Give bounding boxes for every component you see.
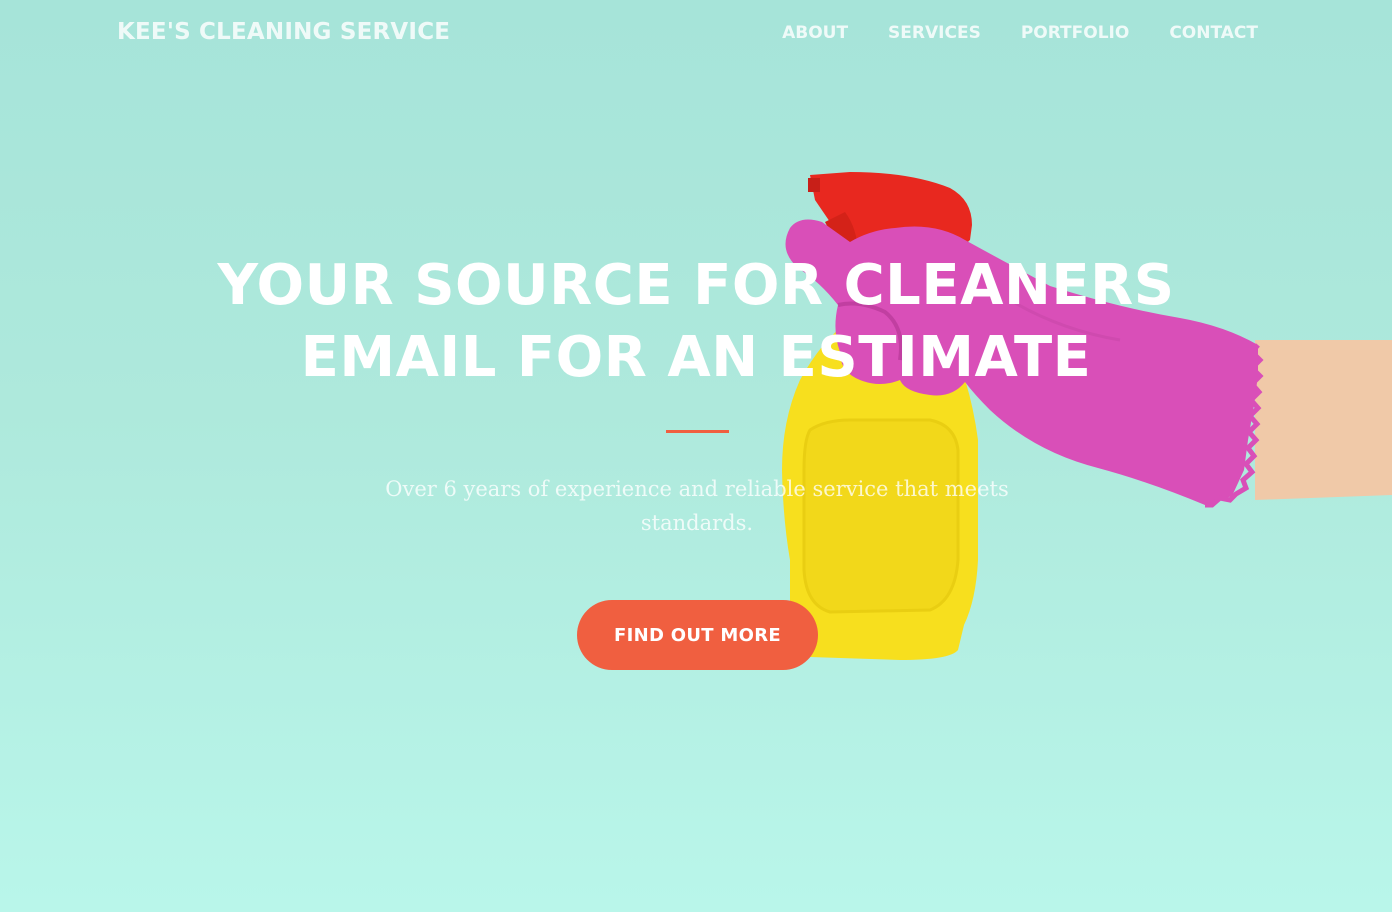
top-navbar: KEE'S CLEANING SERVICE ABOUT SERVICES PO… <box>0 0 1392 66</box>
hero-heading: YOUR SOURCE FOR CLEANERS EMAIL FOR AN ES… <box>0 250 1392 394</box>
nav-links: ABOUT SERVICES PORTFOLIO CONTACT <box>782 23 1258 43</box>
find-out-more-button[interactable]: FIND OUT MORE <box>577 600 818 670</box>
hero-heading-line-2: EMAIL FOR AN ESTIMATE <box>300 325 1092 390</box>
nav-link-services[interactable]: SERVICES <box>888 23 981 43</box>
heading-divider <box>666 430 729 433</box>
hero-subtitle: Over 6 years of experience and reliable … <box>385 477 1009 535</box>
hero-section: YOUR SOURCE FOR CLEANERS EMAIL FOR AN ES… <box>0 0 1392 912</box>
brand-logo-link[interactable]: KEE'S CLEANING SERVICE <box>117 19 450 45</box>
hero-heading-line-1: YOUR SOURCE FOR CLEANERS <box>217 253 1175 318</box>
nav-link-about[interactable]: ABOUT <box>782 23 848 43</box>
nav-link-portfolio[interactable]: PORTFOLIO <box>1021 23 1130 43</box>
nav-link-contact[interactable]: CONTACT <box>1169 23 1258 43</box>
